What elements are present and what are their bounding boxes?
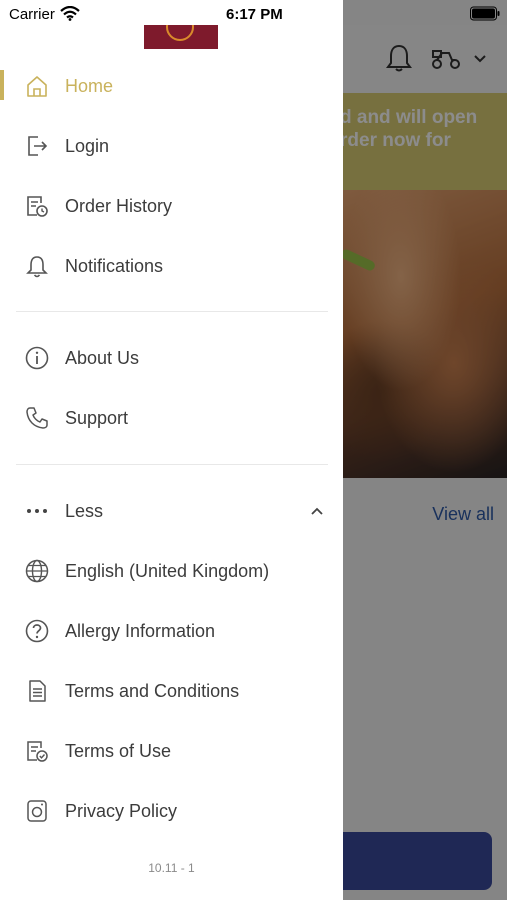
bell-icon — [24, 253, 50, 279]
document-icon — [24, 678, 50, 704]
menu-item-home[interactable]: Home — [0, 58, 343, 114]
clock: 6:17 PM — [226, 6, 283, 23]
menu-item-order-history[interactable]: Order History — [0, 178, 343, 234]
more-dots-icon — [24, 498, 50, 524]
menu-item-terms-of-use[interactable]: Terms of Use — [0, 723, 343, 779]
home-icon — [24, 73, 50, 99]
order-history-icon — [24, 193, 50, 219]
document-check-icon — [24, 738, 50, 764]
menu-label-support: Support — [65, 407, 129, 428]
carrier-label: Carrier — [9, 6, 55, 23]
globe-icon — [24, 558, 50, 584]
login-icon — [24, 133, 50, 159]
menu-label-language: English (United Kingdom) — [65, 560, 270, 581]
app-version: 10.11 - 1 — [148, 861, 195, 875]
menu-label-about-us: About Us — [65, 347, 140, 368]
menu-item-support[interactable]: Support — [0, 390, 343, 446]
menu-label-login: Login — [65, 135, 110, 156]
battery-icon — [470, 6, 500, 21]
wifi-icon — [60, 6, 80, 21]
menu-label-order-history: Order History — [65, 195, 173, 216]
menu-label-terms-and-conditions: Terms and Conditions — [65, 680, 240, 701]
status-bar: Carrier 6:17 PM — [0, 0, 507, 26]
menu-item-privacy-policy[interactable]: Privacy Policy — [0, 783, 343, 839]
divider — [16, 464, 328, 465]
side-drawer: Home Login Order History Notifications A… — [0, 0, 343, 900]
menu-item-allergy-information[interactable]: Allergy Information — [0, 603, 343, 659]
menu-label-privacy-policy: Privacy Policy — [65, 800, 178, 821]
chevron-up-icon — [311, 507, 323, 515]
menu-item-login[interactable]: Login — [0, 118, 343, 174]
brand-logo — [144, 25, 218, 49]
menu-label-less: Less — [65, 500, 104, 521]
logo-mark — [166, 25, 194, 41]
menu-item-terms-and-conditions[interactable]: Terms and Conditions — [0, 663, 343, 719]
divider — [16, 311, 328, 312]
info-icon — [24, 345, 50, 371]
menu-label-notifications: Notifications — [65, 255, 164, 276]
menu-label-terms-of-use: Terms of Use — [65, 740, 172, 761]
menu-item-less[interactable]: Less — [0, 483, 343, 539]
phone-icon — [24, 405, 50, 431]
privacy-icon — [24, 798, 50, 824]
menu-item-about-us[interactable]: About Us — [0, 330, 343, 386]
question-icon — [24, 618, 50, 644]
menu-label-allergy-information: Allergy Information — [65, 620, 216, 641]
menu-item-language[interactable]: English (United Kingdom) — [0, 543, 343, 599]
menu-item-notifications[interactable]: Notifications — [0, 238, 343, 294]
menu-label-home: Home — [65, 75, 114, 96]
